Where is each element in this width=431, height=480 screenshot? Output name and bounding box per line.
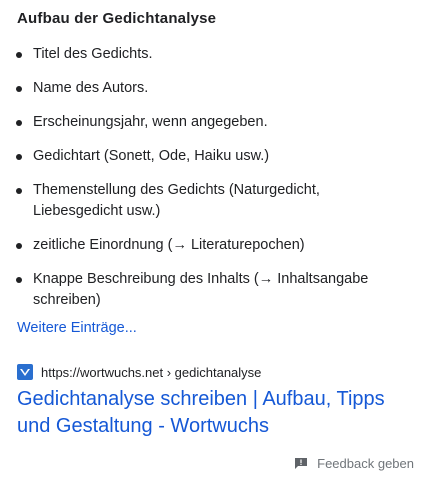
list-item: Themenstellung des Gedichts (Naturgedich… [0,180,431,222]
list-item: Name des Autors. [0,78,431,99]
feedback-icon [295,458,308,469]
list-item: Knappe Beschreibung des Inhalts (→ Inhal… [0,269,431,311]
bullet-icon [16,277,22,283]
result-title-link[interactable]: Gedichtanalyse schreiben | Aufbau, Tipps… [17,386,417,440]
bullet-icon [16,243,22,249]
list-item-text: Name des Autors. [33,80,149,96]
more-entries-link[interactable]: Weitere Einträge... [17,320,137,336]
bullet-icon [16,86,22,92]
wortwuchs-diamond-icon [17,364,33,380]
feedback-button[interactable]: Feedback geben [295,456,414,471]
feedback-label: Feedback geben [317,456,414,471]
list-item-text: Gedichtart (Sonett, Ode, Haiku usw.) [33,148,270,164]
list-item-text: zeitliche Einordnung (→ Literaturepochen… [33,237,305,253]
list-item: Titel des Gedichts. [0,44,431,65]
list-item-text: Themenstellung des Gedichts (Naturgedich… [33,182,320,219]
bullet-icon [16,154,22,160]
list-item: Erscheinungsjahr, wenn angegeben. [0,112,431,133]
list-item-text: Titel des Gedichts. [33,46,153,62]
list-item-text: Erscheinungsjahr, wenn angegeben. [33,114,268,130]
list-item: Gedichtart (Sonett, Ode, Haiku usw.) [0,146,431,167]
bullet-icon [16,120,22,126]
snippet-bullet-list: Titel des Gedichts. Name des Autors. Ers… [0,44,431,324]
bullet-icon [16,52,22,58]
result-source[interactable]: https://wortwuchs.net › gedichtanalyse [17,364,261,380]
result-url: https://wortwuchs.net › gedichtanalyse [41,364,262,380]
bullet-icon [16,188,22,194]
list-item-text: Knappe Beschreibung des Inhalts (→ Inhal… [33,271,369,308]
snippet-title: Aufbau der Gedichtanalyse [17,10,217,27]
list-item: zeitliche Einordnung (→ Literaturepochen… [0,235,431,256]
